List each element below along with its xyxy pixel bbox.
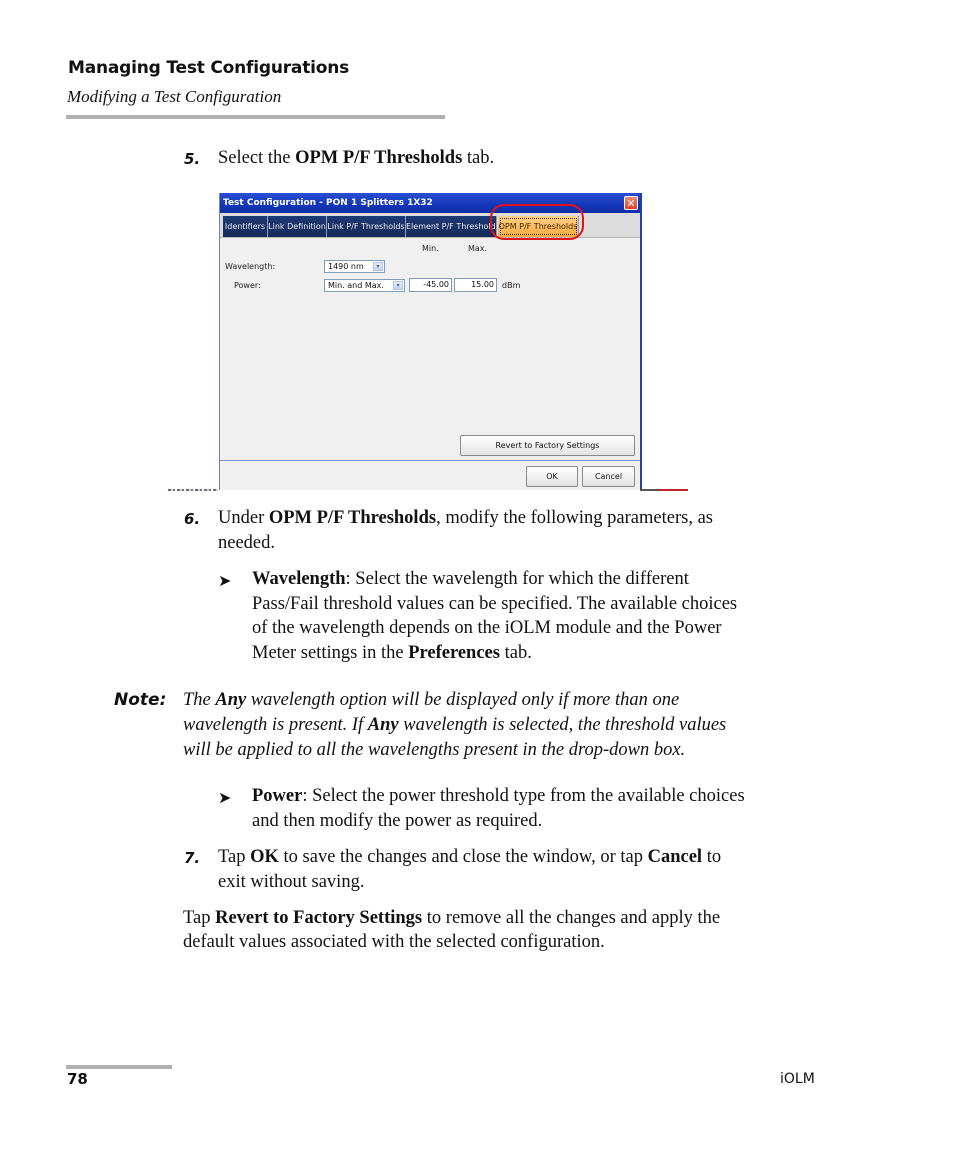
section-title: Managing Test Configurations <box>68 58 350 78</box>
chevron-down-icon[interactable]: ▾ <box>393 281 403 290</box>
tab-identifiers[interactable]: Identifiers <box>223 216 268 237</box>
section-subtitle: Modifying a Test Configuration <box>67 87 282 106</box>
close-icon[interactable]: ✕ <box>624 196 638 210</box>
column-min-label: Min. <box>422 244 439 253</box>
dialog-footer-divider <box>220 460 640 461</box>
wavelength-bullet-line-4: Meter settings in the Preferences tab. <box>252 643 532 663</box>
note-line-1: The Any wavelength option will be displa… <box>183 690 680 710</box>
chevron-down-icon[interactable]: ▾ <box>373 262 383 271</box>
bullet-arrow-icon: ➤ <box>218 573 232 590</box>
power-bullet-line-2: and then modify the power as required. <box>252 811 543 831</box>
bullet-arrow-icon: ➤ <box>218 790 232 807</box>
page-number: 78 <box>67 1070 88 1088</box>
dialog-title: Test Configuration - PON 1 Splitters 1X3… <box>223 198 433 208</box>
note-line-3: will be applied to all the wavelengths p… <box>183 740 686 760</box>
wavelength-bullet-line-1: Wavelength: Select the wavelength for wh… <box>252 569 689 589</box>
power-bullet-line-1: Power: Select the power threshold type f… <box>252 786 745 806</box>
document-name: iOLM <box>780 1071 815 1087</box>
revert-paragraph-line-1: Tap Revert to Factory Settings to remove… <box>183 908 721 928</box>
step-6-text-cont: needed. <box>218 533 276 553</box>
wavelength-label: Wavelength: <box>225 262 276 271</box>
step-7-text-cont: exit without saving. <box>218 872 365 892</box>
tab-highlight-circle <box>490 204 584 240</box>
step-7-text: Tap OK to save the changes and close the… <box>218 847 722 867</box>
screenshot-edge-artifact <box>168 489 218 491</box>
header-divider <box>66 115 445 119</box>
column-max-label: Max. <box>468 244 488 253</box>
step-6-number: 6. <box>184 510 201 528</box>
step-5-number: 5. <box>184 150 201 168</box>
screenshot-edge-artifact <box>640 489 688 491</box>
wavelength-bullet-line-3: of the wavelength depends on the iOLM mo… <box>252 618 722 638</box>
tab-link-definition[interactable]: Link Definition <box>268 216 327 237</box>
tab-element-pf-thresholds[interactable]: Element P/F Thresholds <box>406 216 497 237</box>
cancel-button[interactable]: Cancel <box>582 466 635 487</box>
footer-divider <box>66 1065 172 1069</box>
revert-to-factory-settings-button[interactable]: Revert to Factory Settings <box>460 435 635 456</box>
step-6-text: Under OPM P/F Thresholds, modify the fol… <box>218 508 713 528</box>
power-label: Power: <box>234 281 261 290</box>
note-line-2: wavelength is present. If Any wavelength… <box>183 715 727 735</box>
power-type-dropdown[interactable]: Min. and Max. ▾ <box>324 279 405 292</box>
ok-button[interactable]: OK <box>526 466 578 487</box>
wavelength-dropdown[interactable]: 1490 nm ▾ <box>324 260 385 273</box>
note-text: The Any wavelength option will be displa… <box>183 688 823 763</box>
power-max-input[interactable]: 15.00 <box>454 278 497 292</box>
revert-paragraph-line-2: default values associated with the selec… <box>183 932 605 952</box>
tab-link-pf-thresholds[interactable]: Link P/F Thresholds <box>327 216 406 237</box>
step-7-number: 7. <box>184 849 201 867</box>
step-5-text: Select the OPM P/F Thresholds tab. <box>218 148 495 168</box>
power-unit-label: dBm <box>502 281 521 290</box>
wavelength-bullet-line-2: Pass/Fail threshold values can be specif… <box>252 594 738 614</box>
note-label: Note: <box>114 690 167 710</box>
power-min-input[interactable]: -45.00 <box>409 278 452 292</box>
test-configuration-dialog: Test Configuration - PON 1 Splitters 1X3… <box>219 193 642 490</box>
